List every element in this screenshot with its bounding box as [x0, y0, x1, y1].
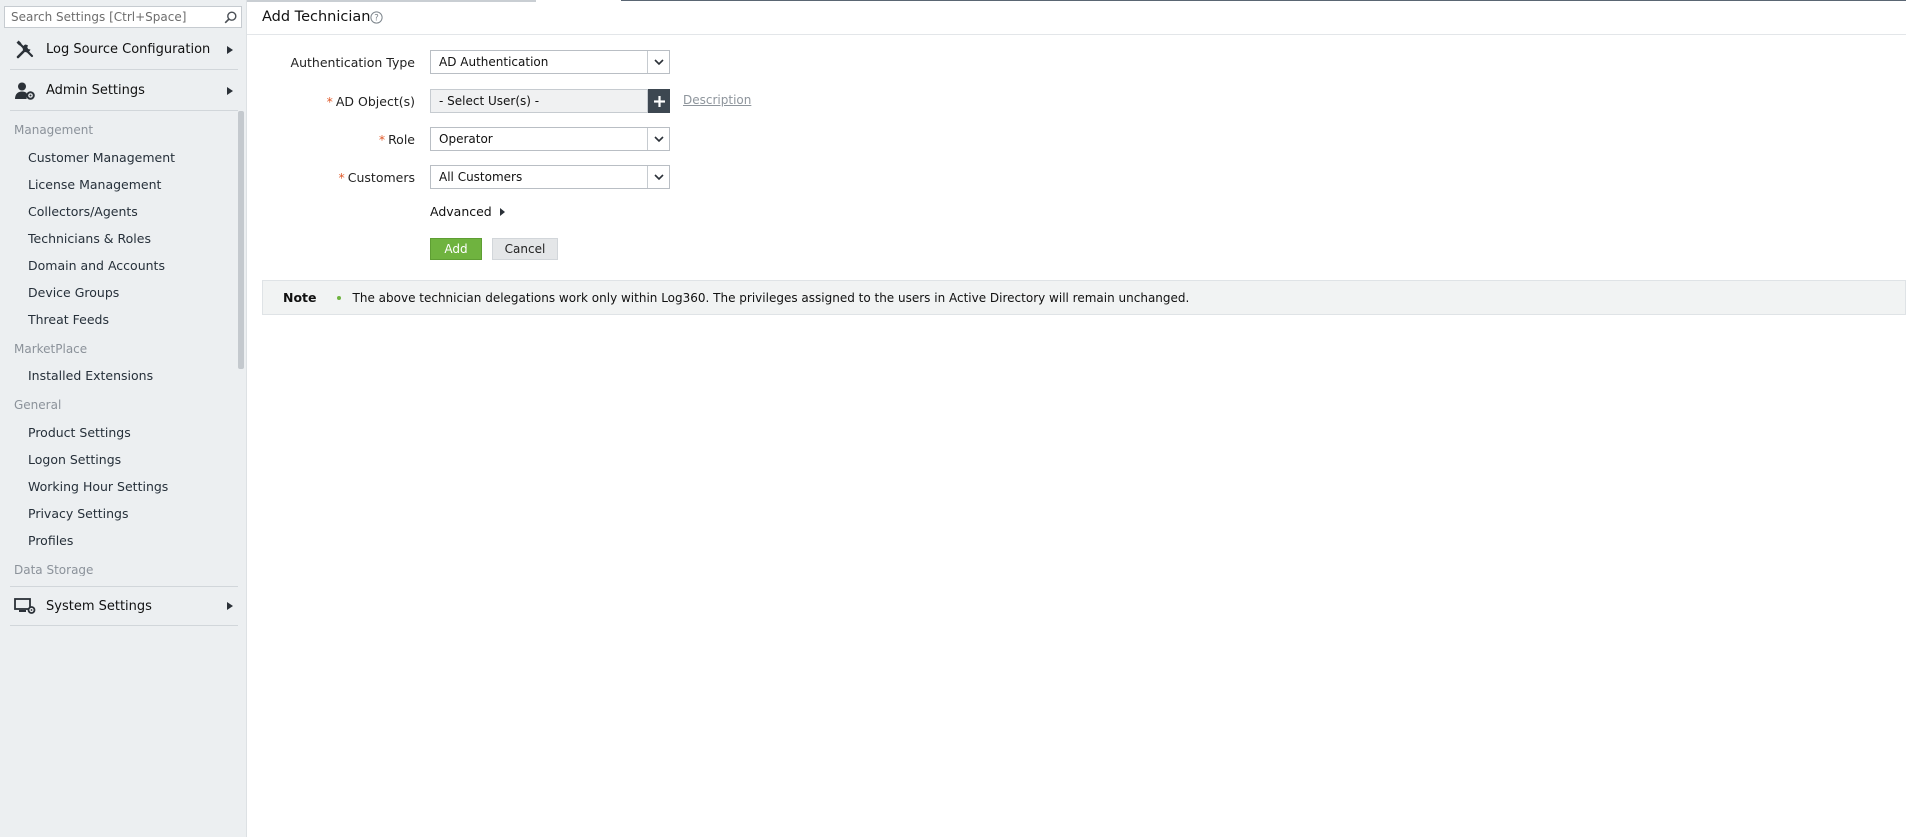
- nav-group-title: Data Storage: [14, 563, 94, 576]
- required-mark: *: [338, 170, 345, 185]
- section-label: System Settings: [46, 598, 152, 614]
- note-title: Note: [283, 290, 317, 305]
- customers-value: All Customers: [439, 170, 523, 184]
- admin-user-gear-icon: [12, 80, 38, 102]
- page-header: Add Technician ?: [247, 0, 1906, 35]
- help-icon[interactable]: ?: [370, 11, 383, 28]
- section-log-source-configuration[interactable]: Log Source Configuration: [10, 30, 238, 70]
- add-ad-object-button[interactable]: [648, 89, 670, 113]
- role-select[interactable]: Operator: [430, 127, 670, 151]
- customers-label-text: Customers: [347, 170, 415, 185]
- caret-right-icon: [222, 602, 238, 610]
- nav-item-device-groups[interactable]: Device Groups: [28, 285, 119, 300]
- ad-objects-value: - Select User(s) -: [439, 94, 540, 108]
- chevron-down-icon: [647, 166, 669, 188]
- section-admin-settings[interactable]: Admin Settings: [10, 71, 238, 111]
- app-window: Log Source Configuration Admin Settings: [0, 0, 1906, 837]
- nav-item-logon-settings[interactable]: Logon Settings: [28, 452, 121, 467]
- nav-item-working-hour-settings[interactable]: Working Hour Settings: [28, 479, 168, 494]
- caret-right-icon: [499, 207, 505, 216]
- admin-settings-nav: Management Customer Management License M…: [0, 111, 240, 576]
- nav-group-title: General: [14, 398, 62, 412]
- note-bar: Note The above technician delegations wo…: [262, 280, 1906, 315]
- chevron-down-icon: [647, 51, 669, 73]
- sidebar-scrollbar-thumb[interactable]: [238, 111, 244, 369]
- customers-select[interactable]: All Customers: [430, 165, 670, 189]
- nav-item-customer-management[interactable]: Customer Management: [28, 150, 175, 165]
- role-value: Operator: [439, 132, 493, 146]
- advanced-toggle[interactable]: Advanced: [430, 204, 505, 219]
- required-mark: *: [326, 94, 333, 109]
- page-title: Add Technician: [262, 9, 371, 25]
- nav-item-technicians-roles[interactable]: Technicians & Roles: [28, 231, 151, 246]
- plus-icon: [653, 95, 665, 107]
- nav-group-title: MarketPlace: [14, 342, 88, 356]
- auth-type-label-text: Authentication Type: [290, 55, 415, 70]
- svg-text:?: ?: [374, 14, 379, 24]
- section-label: Log Source Configuration: [46, 42, 211, 57]
- required-mark: *: [378, 132, 386, 147]
- nav-item-product-settings[interactable]: Product Settings: [28, 425, 131, 440]
- cancel-button[interactable]: Cancel: [492, 238, 558, 260]
- nav-item-profiles[interactable]: Profiles: [28, 533, 73, 548]
- ad-objects-label-text: AD Object(s): [335, 94, 415, 109]
- search-input[interactable]: [5, 10, 219, 24]
- main-content: Add Technician ? Authentication Type AD …: [247, 0, 1906, 837]
- nav-item-license-management[interactable]: License Management: [28, 177, 161, 192]
- nav-item-domain-and-accounts[interactable]: Domain and Accounts: [28, 258, 165, 273]
- note-text: The above technician delegations work on…: [352, 290, 1190, 305]
- auth-type-label: Authentication Type: [247, 55, 415, 70]
- nav-item-collectors-agents[interactable]: Collectors/Agents: [28, 204, 138, 219]
- section-system-settings[interactable]: System Settings: [10, 586, 238, 626]
- caret-right-icon: [222, 86, 238, 95]
- bullet-icon: [336, 295, 341, 300]
- description-link[interactable]: Description: [683, 93, 751, 107]
- nav-item-privacy-settings[interactable]: Privacy Settings: [28, 506, 129, 521]
- monitor-gear-icon: [12, 595, 38, 617]
- caret-right-icon: [222, 45, 238, 54]
- auth-type-select[interactable]: AD Authentication: [430, 50, 670, 74]
- role-label-text: Role: [388, 132, 415, 147]
- tools-icon: [12, 39, 38, 61]
- role-label: * Role: [247, 132, 415, 147]
- nav-item-threat-feeds[interactable]: Threat Feeds: [28, 312, 109, 327]
- section-label: Admin Settings: [46, 83, 145, 98]
- advanced-label: Advanced: [430, 204, 492, 219]
- search-icon[interactable]: [219, 7, 241, 27]
- ad-objects-field[interactable]: - Select User(s) -: [430, 89, 648, 113]
- auth-type-value: AD Authentication: [439, 55, 549, 69]
- nav-item-installed-extensions[interactable]: Installed Extensions: [28, 368, 153, 383]
- settings-search: [4, 6, 242, 28]
- chevron-down-icon: [647, 128, 669, 150]
- customers-label: * Customers: [247, 170, 415, 185]
- add-button[interactable]: Add: [430, 238, 482, 260]
- settings-sidebar: Log Source Configuration Admin Settings: [0, 0, 247, 837]
- nav-group-title: Management: [14, 123, 94, 137]
- ad-objects-label: * AD Object(s): [247, 94, 415, 109]
